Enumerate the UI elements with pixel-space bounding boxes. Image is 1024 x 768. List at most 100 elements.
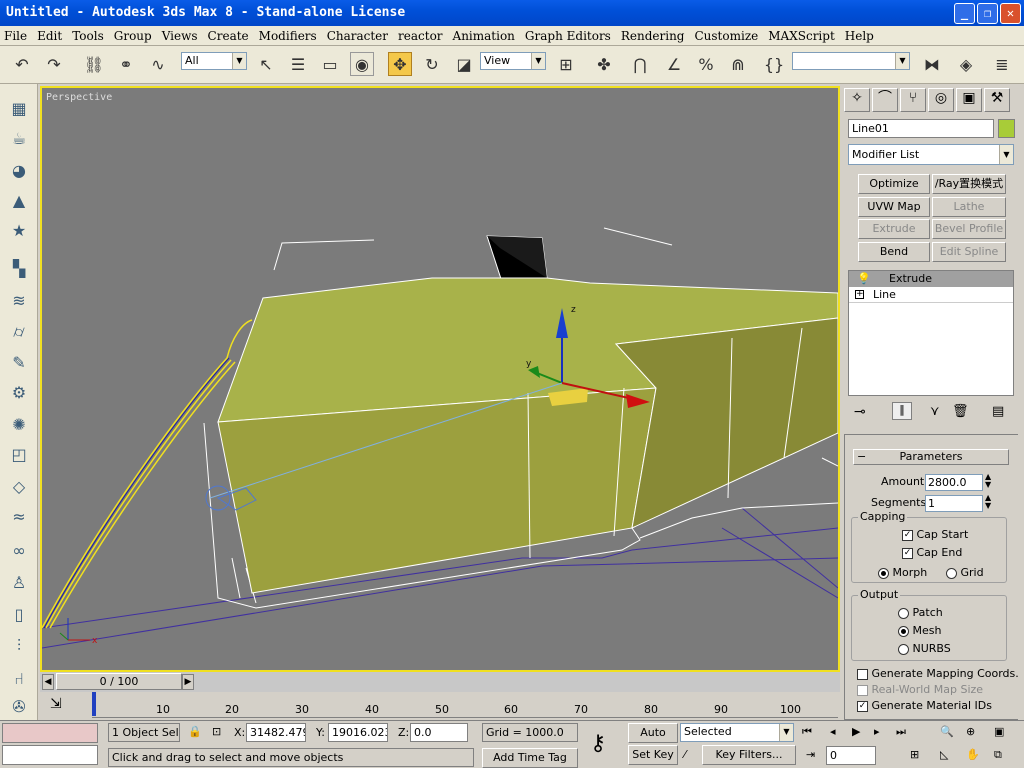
close-button[interactable]: ✕	[1000, 3, 1021, 24]
time-config-icon[interactable]: ⊞	[910, 748, 919, 761]
menu-character[interactable]: Character	[327, 29, 388, 43]
menu-reactor[interactable]: reactor	[398, 29, 443, 43]
next-key-icon[interactable]: ▸	[874, 725, 880, 738]
compass-icon[interactable]: ✇	[7, 694, 31, 718]
layer-manager-icon[interactable]: ≣	[990, 52, 1014, 76]
menu-rendering[interactable]: Rendering	[621, 29, 685, 43]
bend-button[interactable]: Bend	[858, 242, 930, 262]
light-icon[interactable]: ✺	[7, 412, 31, 436]
menu-graph-editors[interactable]: Graph Editors	[525, 29, 611, 43]
star-icon[interactable]: ★	[7, 218, 31, 242]
box-icon[interactable]: ▦	[7, 96, 31, 120]
play-icon[interactable]: ▶	[852, 725, 860, 738]
next-frame-icon[interactable]: ▶	[182, 674, 194, 690]
minimize-button[interactable]: _	[954, 3, 975, 24]
go-to-end-icon[interactable]: ⏭	[896, 725, 906, 739]
transform-mode-icon[interactable]: ⊡	[212, 725, 221, 738]
select-and-link-icon[interactable]: ⛓	[82, 52, 106, 76]
remove-modifier-icon[interactable]: 🗑	[952, 404, 969, 419]
snaps-toggle-icon[interactable]: ⋂	[628, 52, 652, 76]
spinner-arrows-icon[interactable]: ▲ ▼	[985, 494, 991, 510]
extruded-object[interactable]	[217, 235, 838, 594]
rectangular-selection-icon[interactable]: ▭	[318, 52, 342, 76]
menu-modifiers[interactable]: Modifiers	[259, 29, 317, 43]
named-selection-dropdown[interactable]: ▼	[792, 52, 910, 70]
chair-icon[interactable]: ⑁	[7, 666, 31, 690]
menu-maxscript[interactable]: MAXScript	[768, 29, 835, 43]
reference-coordinate-dropdown[interactable]: View ▼	[480, 52, 546, 70]
pin-stack-icon[interactable]: ⊸	[854, 404, 866, 420]
configure-sets-icon[interactable]: ▤	[992, 404, 1004, 419]
select-and-rotate-icon[interactable]: ↻	[420, 52, 444, 76]
menu-edit[interactable]: Edit	[37, 29, 62, 43]
key-mode-icon[interactable]: ⇥	[806, 748, 815, 761]
select-object-icon[interactable]: ↖	[254, 52, 278, 76]
lathe-button[interactable]: Lathe	[932, 197, 1006, 217]
camera-icon[interactable]: ◰	[7, 442, 31, 466]
coil-icon[interactable]: ≋	[7, 288, 31, 312]
wave-icon[interactable]: ≈	[7, 504, 31, 528]
biped-icon[interactable]: ♙	[7, 570, 31, 594]
auto-key-button[interactable]: Auto Key	[628, 723, 678, 757]
generate-mapping-checkbox[interactable]: Generate Mapping Coords.	[857, 667, 1019, 680]
uvw-map-button[interactable]: UVW Map	[858, 197, 930, 217]
grid-radio[interactable]: Grid	[946, 566, 984, 579]
cone-icon[interactable]: ▲	[7, 188, 31, 212]
stack-item-line[interactable]: + Line	[849, 287, 1013, 303]
key-icon[interactable]: ⚷	[590, 731, 606, 756]
redo-icon[interactable]: ↷	[42, 52, 66, 76]
gear-icon[interactable]: ⚙	[7, 380, 31, 404]
lightbulb-icon[interactable]: 💡	[857, 271, 871, 287]
patch-radio[interactable]: Patch	[898, 606, 943, 619]
hierarchy-tab-icon[interactable]: ⑂	[900, 88, 926, 112]
lock-selection-icon[interactable]: 🔒	[188, 725, 202, 738]
teapot-icon[interactable]: ☕	[7, 126, 31, 150]
amount-spinner[interactable]: 2800.0	[925, 474, 983, 491]
menu-help[interactable]: Help	[845, 29, 874, 43]
menu-views[interactable]: Views	[162, 29, 198, 43]
stairs-icon[interactable]: ⫶	[7, 634, 31, 658]
helper-icon[interactable]: ◇	[7, 474, 31, 498]
menu-customize[interactable]: Customize	[694, 29, 758, 43]
object-name-field[interactable]: Line01	[848, 119, 994, 138]
set-key-tangent-icon[interactable]: ⁄	[684, 748, 686, 761]
menu-create[interactable]: Create	[208, 29, 249, 43]
object-color-swatch[interactable]	[998, 119, 1015, 138]
previous-key-icon[interactable]: ◂	[830, 725, 836, 738]
edit-spline-button[interactable]: Edit Spline	[932, 242, 1006, 262]
maximize-viewport-icon[interactable]: ⧉	[994, 748, 1002, 762]
restore-button[interactable]: ❐	[977, 3, 998, 24]
mesh-radio[interactable]: Mesh	[898, 624, 941, 637]
set-key-button[interactable]: Set Key	[628, 745, 678, 765]
utilities-tab-icon[interactable]: ⚒	[984, 88, 1010, 112]
go-to-start-icon[interactable]: ⏮	[802, 725, 812, 739]
menu-group[interactable]: Group	[114, 29, 152, 43]
motion-tab-icon[interactable]: ◎	[928, 88, 954, 112]
maxscript-input-mini[interactable]	[2, 745, 98, 765]
align-icon[interactable]: ◈	[954, 52, 978, 76]
cap-end-checkbox[interactable]: ✓ Cap End	[902, 546, 962, 559]
menu-animation[interactable]: Animation	[453, 29, 515, 43]
undo-icon[interactable]: ↶	[10, 52, 34, 76]
zoom-extents-icon[interactable]: ▣	[994, 725, 1004, 738]
manipulate-icon[interactable]: ✤	[592, 52, 616, 76]
menu-tools[interactable]: Tools	[72, 29, 104, 43]
selection-filter-dropdown[interactable]: All ▼	[181, 52, 247, 70]
optimize-button[interactable]: Optimize	[858, 174, 930, 194]
spinner-arrows-icon[interactable]: ▲ ▼	[985, 473, 991, 489]
display-tab-icon[interactable]: ▣	[956, 88, 982, 112]
select-and-scale-icon[interactable]: ◪	[452, 52, 476, 76]
expand-plus-icon[interactable]: +	[855, 290, 864, 299]
material-editor-icon[interactable]: ▚	[7, 256, 31, 280]
mini-curve-editor-icon[interactable]: ⇲	[50, 696, 62, 712]
pivot-center-icon[interactable]: ⊞	[554, 52, 578, 76]
yellow-spline[interactable]	[42, 319, 253, 629]
vray-displacement-button[interactable]: /Ray置换模式	[932, 174, 1006, 194]
parameters-header[interactable]: − Parameters	[853, 449, 1009, 465]
menu-file[interactable]: File	[4, 29, 27, 43]
z-coordinate-field[interactable]: 0.0	[410, 723, 468, 742]
x-coordinate-field[interactable]: 31482.479	[246, 723, 306, 742]
field-of-view-icon[interactable]: ◺	[940, 748, 948, 761]
unlink-icon[interactable]: ⚭	[114, 52, 138, 76]
edit-named-selection-icon[interactable]: {}	[762, 52, 786, 76]
